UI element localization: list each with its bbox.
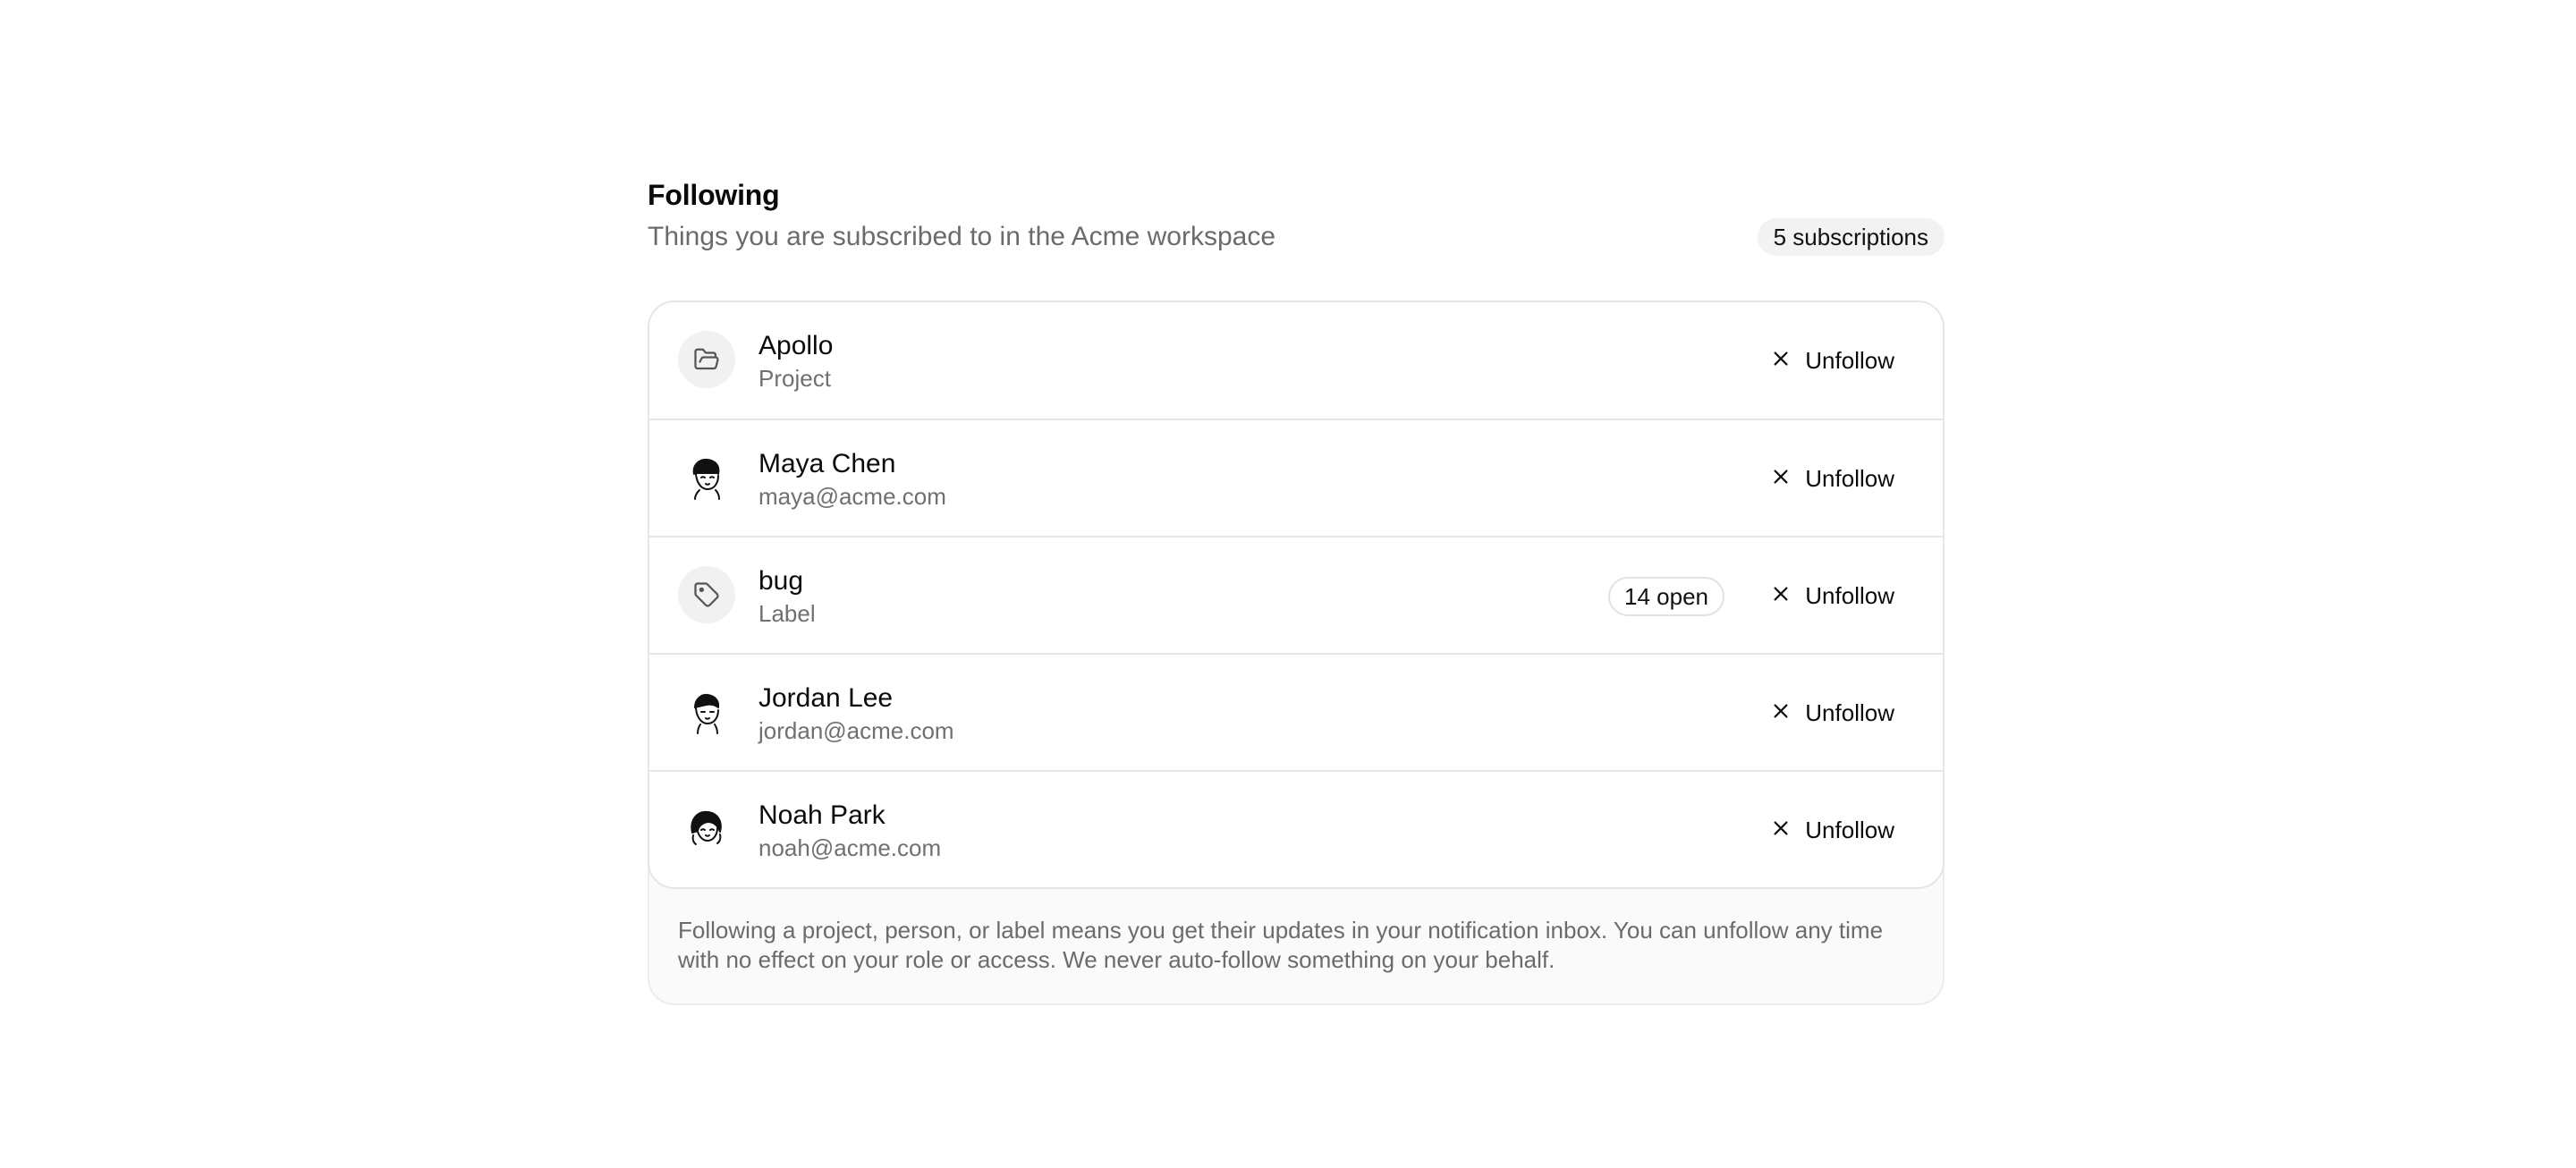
tag-icon (678, 566, 735, 623)
close-icon (1771, 817, 1791, 844)
unfollow-button[interactable]: Unfollow (1755, 573, 1911, 618)
list-item: bug Label 14 open Unfollow (649, 536, 1943, 653)
close-icon (1771, 699, 1791, 727)
list-item: Jordan Lee jordan@acme.com Unfollow (649, 653, 1943, 770)
avatar (678, 683, 735, 741)
item-name: Jordan Lee (758, 683, 894, 713)
following-panel: Following Things you are subscribed to i… (648, 175, 1945, 1005)
unfollow-label: Unfollow (1805, 698, 1894, 726)
page-subtitle: Things you are subscribed to in the Acme… (648, 222, 1276, 251)
item-meta: jordan@acme.com (758, 717, 954, 744)
unfollow-label: Unfollow (1805, 464, 1894, 492)
subscription-list: Apollo Project Unfollow Maya Chen maya@a… (648, 300, 1945, 889)
avatar (678, 800, 735, 858)
item-name: Apollo (758, 331, 834, 360)
close-icon (1771, 582, 1791, 610)
unfollow-button[interactable]: Unfollow (1755, 456, 1911, 501)
unfollow-button[interactable]: Unfollow (1755, 338, 1911, 383)
avatar (678, 449, 735, 506)
item-name: Noah Park (758, 800, 886, 830)
item-meta: Project (758, 365, 831, 392)
item-meta: maya@acme.com (758, 483, 946, 510)
close-icon (1771, 347, 1791, 375)
item-name: bug (758, 566, 804, 596)
unfollow-button[interactable]: Unfollow (1755, 690, 1911, 735)
folder-open-icon (678, 331, 735, 388)
unfollow-button[interactable]: Unfollow (1755, 808, 1911, 852)
list-item: Noah Park noah@acme.com Unfollow (649, 770, 1943, 887)
open-count-badge: 14 open (1608, 577, 1724, 616)
list-item: Maya Chen maya@acme.com Unfollow (649, 419, 1943, 536)
item-meta: Label (758, 600, 816, 627)
close-icon (1771, 465, 1791, 493)
list-item: Apollo Project Unfollow (649, 302, 1943, 419)
panel-header: Following Things you are subscribed to i… (648, 175, 1945, 300)
unfollow-label: Unfollow (1805, 346, 1894, 374)
unfollow-label: Unfollow (1805, 816, 1894, 843)
page-title: Following (648, 179, 780, 211)
unfollow-label: Unfollow (1805, 581, 1894, 609)
item-name: Maya Chen (758, 449, 896, 478)
item-meta: noah@acme.com (758, 834, 942, 861)
subscription-count-badge: 5 subscriptions (1757, 218, 1945, 256)
